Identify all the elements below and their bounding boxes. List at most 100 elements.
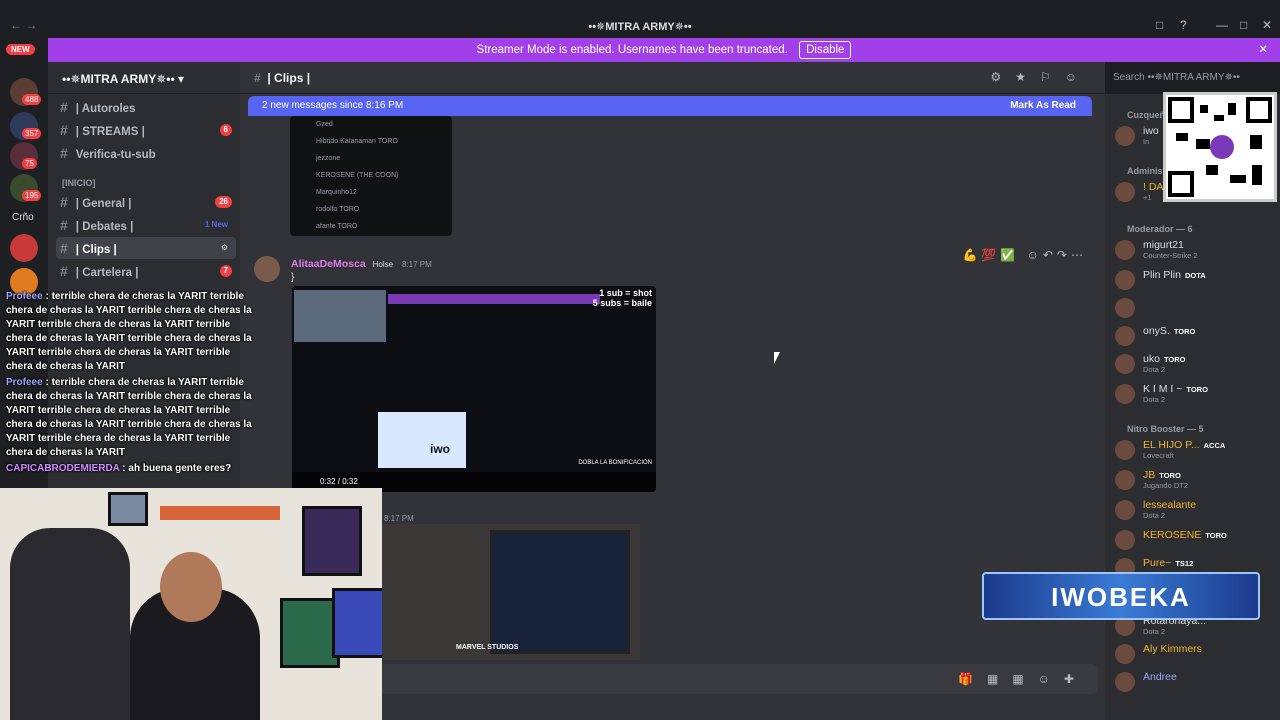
member-tag: ACCA (1203, 441, 1226, 450)
category-header[interactable]: [INICIO] (62, 178, 96, 188)
avatar (1115, 530, 1135, 550)
server-icon[interactable]: 75 (10, 142, 38, 170)
chat-text: ah buena gente eres? (128, 463, 232, 474)
embed-row: KEROSENE (THE COON) (316, 172, 399, 179)
server-icon[interactable]: 488 (10, 78, 42, 106)
member-name: lessealante (1143, 499, 1197, 511)
server-icon[interactable]: 195 (10, 174, 42, 202)
hash-icon: # (60, 194, 68, 210)
banner-text: Streamer Mode is enabled. Usernames have… (476, 44, 788, 56)
settings-icon[interactable]: ⚙ (217, 242, 232, 254)
member-name-row: onyS. TORO (1143, 325, 1195, 337)
header-toolbar-icons[interactable]: ⚙★⚐☺ (990, 70, 1091, 84)
guild-name: ••✵MITRA ARMY✵•• (62, 72, 175, 86)
avatar (1115, 384, 1135, 404)
channel-header: # | Clips | ⚙★⚐☺ (240, 62, 1105, 94)
server-icon[interactable] (10, 234, 38, 262)
chat-message: Profeee : terrible chera de cheras la YA… (6, 291, 252, 372)
member-item[interactable]: Andree (1115, 670, 1275, 694)
channel-label: | STREAMS | (75, 126, 145, 138)
hud-line: 1 sub = shot (599, 288, 652, 298)
channel-item[interactable]: # | General | 26 (56, 191, 236, 213)
member-item[interactable]: Plin Plin DOTA (1115, 268, 1275, 292)
inbox-icon[interactable]: □ (1156, 18, 1163, 32)
video-player[interactable]: iwo 1 sub = shot 5 subs = baile DOBLA LA … (292, 286, 656, 492)
minimize-icon[interactable]: — (1216, 18, 1228, 32)
member-tag: TS12 (1175, 559, 1194, 568)
member-tag: TORO (1159, 471, 1181, 480)
member-item[interactable] (1115, 296, 1275, 320)
avatar[interactable] (254, 256, 280, 282)
video-hud: 1 sub = shot 5 subs = baile (593, 288, 652, 308)
hash-icon: # (60, 263, 68, 279)
title-bar: ← → ••✵MITRA ARMY✵•• □ ? — □ ✕ (0, 0, 1280, 38)
member-name: EL HIJO P... (1143, 439, 1200, 451)
hash-icon: # (60, 240, 68, 256)
new-messages-bar[interactable]: 2 new messages since 8:16 PM Mark As Rea… (248, 96, 1092, 116)
avatar (1115, 644, 1135, 664)
disable-button[interactable]: Disable (799, 41, 852, 59)
video-player[interactable]: MARVEL STUDIOS (382, 524, 640, 660)
embed-row: afante TORO (316, 223, 358, 230)
author-tag: Holse (372, 260, 394, 269)
overlay-text: DOBLA LA BONIFICACION (578, 460, 652, 466)
avatar (1115, 270, 1135, 290)
embed-row: Marquinho12 (316, 189, 357, 196)
member-status: Dota 2 (1143, 365, 1166, 374)
embed-image: Gzed Hibrido.Katanaman TORO jezzone KERO… (290, 116, 452, 236)
embed-row: Hibrido.Katanaman TORO (316, 138, 398, 145)
channel-item[interactable]: # | STREAMS | 6 (56, 119, 236, 141)
chat-text: terrible chera de cheras la YARIT terrib… (6, 377, 252, 458)
member-item[interactable]: migurt21 Counter-Strike 2 (1115, 238, 1275, 262)
channel-item[interactable]: # | Cartelera | 7 (56, 260, 236, 282)
channel-item[interactable]: # Verifica-tu-sub (56, 142, 236, 164)
maximize-icon[interactable]: □ (1240, 18, 1247, 32)
member-name: uko (1143, 353, 1160, 365)
member-item[interactable]: JB TORO Jugando DT2 (1115, 468, 1275, 492)
banner-close-icon[interactable]: ✕ (1258, 38, 1268, 62)
mouse-cursor-icon (774, 352, 780, 364)
mention-badge: 195 (22, 190, 42, 201)
member-item[interactable]: EL HIJO P... ACCA Lovecraft (1115, 438, 1275, 462)
channel-item-selected[interactable]: # | Clips | ⚙ (56, 237, 236, 259)
member-item[interactable]: KEROSENE TORO (1115, 528, 1275, 552)
channel-item[interactable]: # | Autoroles (56, 96, 236, 118)
member-status: In (1143, 137, 1150, 146)
message-text: } (291, 272, 295, 283)
new-badge: NEW (6, 44, 35, 55)
member-name: Plin Plin (1143, 269, 1181, 281)
mention-badge: 488 (22, 94, 42, 105)
embed-row: Gzed (316, 121, 333, 128)
search-input[interactable]: Search ••✵MITRA ARMY✵•• (1105, 66, 1275, 90)
member-item[interactable]: lessealante Dota 2 (1115, 498, 1275, 522)
timestamp: 8:17 PM (384, 514, 414, 523)
author-name[interactable]: AlitaaDeMosca (291, 258, 366, 270)
streamer-mode-banner: Streamer Mode is enabled. Usernames have… (48, 38, 1280, 62)
input-tools-icons[interactable]: 🎁▦▦☺✚ (958, 672, 1088, 686)
avatar (1115, 440, 1135, 460)
channel-label: | General | (75, 198, 132, 210)
member-item[interactable]: onyS. TORO (1115, 324, 1275, 348)
member-item[interactable]: K I M I ~ TORO Dota 2 (1115, 382, 1275, 406)
mark-as-read-button[interactable]: Mark As Read (1010, 96, 1076, 116)
server-label[interactable]: Crño (12, 212, 34, 223)
member-name-row: JB TORO (1143, 469, 1181, 481)
avatar (1115, 126, 1135, 146)
channel-item[interactable]: # | Debates | 1 New (56, 214, 236, 236)
help-icon[interactable]: ? (1180, 18, 1187, 32)
poster-image (280, 598, 340, 668)
member-item[interactable]: Aly Kimmers (1115, 642, 1275, 666)
hud-line: 5 subs = baile (592, 298, 652, 308)
member-tag: TORO (1173, 327, 1196, 336)
unread-count: 7 (219, 265, 232, 277)
server-icon[interactable]: 357 (10, 112, 42, 140)
message-actions[interactable]: 💪💯✅ ☺↶↷⋯ (962, 248, 1087, 262)
close-icon[interactable]: ✕ (1262, 18, 1272, 32)
member-name: ! DA (1143, 181, 1164, 193)
webcam-overlay (0, 488, 382, 720)
member-name-row: KEROSENE TORO (1143, 529, 1227, 541)
member-item[interactable]: uko TORO Dota 2 (1115, 352, 1275, 376)
member-name: Pure~ (1143, 557, 1172, 569)
guild-header[interactable]: ••✵MITRA ARMY✵•• ▾ (48, 62, 240, 94)
embed-row: jezzone (316, 155, 341, 162)
